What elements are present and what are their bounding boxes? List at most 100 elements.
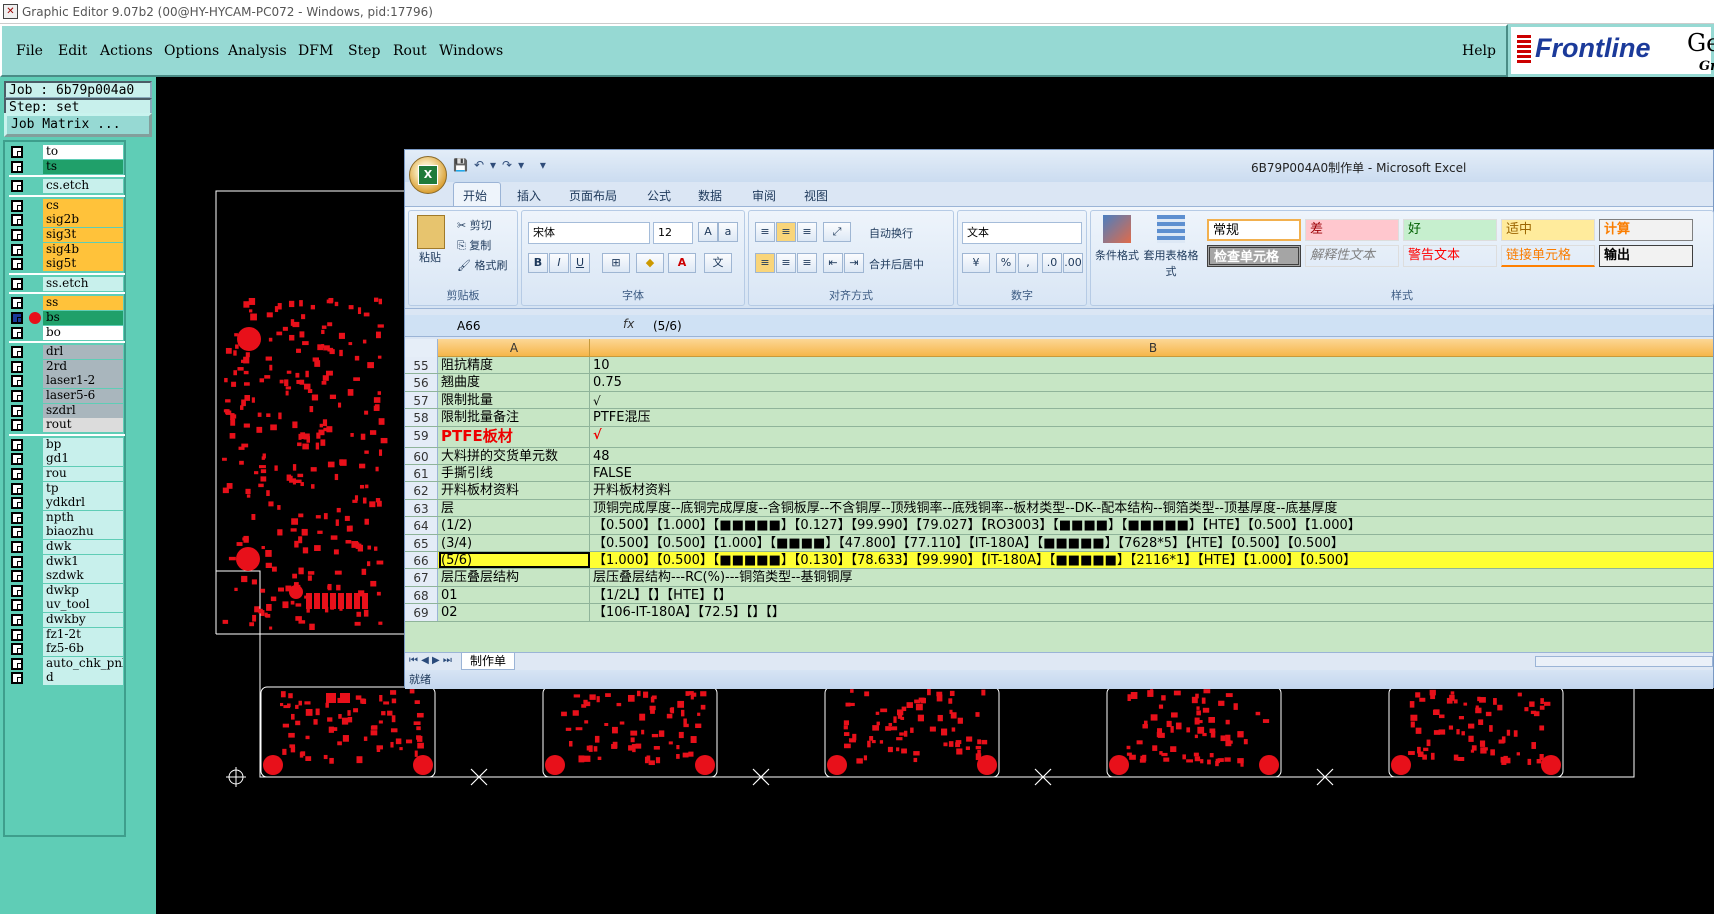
layer-checkbox[interactable] xyxy=(11,541,23,553)
tab-home[interactable]: 开始 xyxy=(463,187,487,204)
layer-row[interactable]: dwk xyxy=(9,540,125,554)
layer-name[interactable]: sig2b xyxy=(43,213,123,228)
sheet-tab[interactable]: 制作单 xyxy=(461,653,516,670)
style-bad[interactable]: 差 xyxy=(1305,219,1399,241)
table-row[interactable]: 58 限制批量备注 PTFE混压 xyxy=(405,409,1713,427)
layer-checkbox[interactable] xyxy=(11,160,23,173)
style-check-cell[interactable]: 检查单元格 xyxy=(1207,245,1301,267)
tab-review[interactable]: 审阅 xyxy=(752,187,776,204)
cell-a[interactable]: 大料拼的交货单元数 xyxy=(439,447,590,464)
layer-checkbox[interactable] xyxy=(11,297,23,310)
table-format-button[interactable]: 套用表格格式 xyxy=(1143,247,1199,279)
layer-row[interactable]: bo xyxy=(9,325,125,340)
layer-row[interactable]: dwk1 xyxy=(9,554,125,569)
tab-view[interactable]: 视图 xyxy=(804,187,828,204)
cell-b[interactable]: √ xyxy=(591,392,1713,408)
phonetic-button[interactable]: 文 xyxy=(704,253,732,273)
layer-row[interactable]: bs xyxy=(9,311,125,325)
sheet-nav-icon[interactable]: ⏮ ◀ ▶ ⏭ xyxy=(409,653,452,669)
table-row[interactable]: 61 手撕引线 FALSE xyxy=(405,465,1713,483)
cell-b[interactable]: √ xyxy=(591,427,1713,447)
layer-name[interactable]: cs.etch xyxy=(43,179,123,194)
font-size-select[interactable]: 12 xyxy=(653,222,693,244)
layer-row[interactable]: dwkby xyxy=(9,613,125,627)
excel-window[interactable]: 6B79P004A0制作单 - Microsoft Excel X 💾↶▾↷▾ … xyxy=(404,149,1714,689)
formula-input[interactable]: (5/6) xyxy=(653,317,682,335)
layer-checkbox[interactable] xyxy=(11,258,23,271)
layer-name[interactable]: to xyxy=(43,145,123,159)
layer-name[interactable]: dwkby xyxy=(43,613,123,627)
style-warning[interactable]: 警告文本 xyxy=(1403,245,1497,267)
layer-checkbox[interactable] xyxy=(11,229,23,241)
menu-options[interactable]: Options xyxy=(164,43,219,59)
decrease-decimal-icon[interactable]: .00 xyxy=(1063,253,1083,273)
layer-name[interactable]: szdwk xyxy=(43,569,123,584)
layer-name[interactable]: ss xyxy=(43,296,123,311)
table-row[interactable]: 65 (3/4) 【0.500】【0.500】【1.000】【■■■■】【47.80… xyxy=(405,534,1713,552)
menu-step[interactable]: Step xyxy=(348,43,380,59)
layer-name[interactable]: rou xyxy=(43,467,123,481)
layer-checkbox[interactable] xyxy=(11,243,23,256)
menu-analysis[interactable]: Analysis xyxy=(228,43,287,59)
layer-name[interactable]: tp xyxy=(43,481,123,496)
layer-row[interactable]: fz1-2t xyxy=(9,627,125,642)
menu-dfm[interactable]: DFM xyxy=(298,43,333,59)
layer-name[interactable]: fz5-6b xyxy=(43,642,123,657)
table-row[interactable]: 60 大料拼的交货单元数 48 xyxy=(405,447,1713,465)
layer-row[interactable]: szdwk xyxy=(9,569,125,584)
table-row[interactable]: 67 层压叠层结构 层压叠层结构---RC(%)---铜箔类型--基铜铜厚 xyxy=(405,569,1713,587)
table-row[interactable]: 55 阻抗精度 10 xyxy=(405,357,1713,375)
layer-checkbox[interactable] xyxy=(11,214,23,227)
border-button[interactable]: ⊞ xyxy=(602,253,630,273)
layer-row[interactable]: ss xyxy=(9,296,125,311)
grow-font-button[interactable]: A xyxy=(698,222,718,242)
layer-name[interactable]: d xyxy=(43,671,123,686)
layer-row[interactable]: laser1-2 xyxy=(9,374,125,389)
layer-row[interactable]: gd1 xyxy=(9,452,125,467)
cell-a[interactable]: 02 xyxy=(439,604,590,621)
style-good[interactable]: 好 xyxy=(1403,219,1497,241)
menu-actions[interactable]: Actions xyxy=(100,43,153,59)
layer-name[interactable]: dwkp xyxy=(43,583,123,598)
layer-row[interactable]: fz5-6b xyxy=(9,642,125,657)
cell-a[interactable]: 翘曲度 xyxy=(439,374,590,391)
layer-row[interactable]: szdrl xyxy=(9,403,125,418)
number-format-select[interactable]: 文本 xyxy=(962,222,1082,244)
job-matrix-button[interactable]: Job Matrix ... xyxy=(4,113,152,137)
layer-name[interactable]: ydkdrl xyxy=(43,496,123,511)
layer-checkbox[interactable] xyxy=(11,482,23,495)
align-middle-icon[interactable]: ≡ xyxy=(776,222,796,242)
layer-row[interactable]: tp xyxy=(9,481,125,496)
layer-name[interactable]: laser5-6 xyxy=(43,389,123,403)
layer-checkbox[interactable] xyxy=(11,643,23,656)
layer-row[interactable]: cs.etch xyxy=(9,179,125,194)
layer-row[interactable]: sig2b xyxy=(9,213,125,228)
layer-checkbox[interactable] xyxy=(11,326,23,339)
cell-b[interactable]: 【1/2L】【】【HTE】【】 xyxy=(591,587,1713,603)
layer-row[interactable]: rout xyxy=(9,418,125,433)
cell-a[interactable]: (1/2) xyxy=(439,517,590,534)
cell-a[interactable]: 限制批量 xyxy=(439,391,590,409)
row-number[interactable]: 56 xyxy=(405,374,438,391)
layer-row[interactable]: biaozhu xyxy=(9,525,125,540)
format-painter-button[interactable]: 🖌 格式刷 xyxy=(457,257,507,273)
comma-button[interactable]: , xyxy=(1018,253,1038,273)
style-calculation[interactable]: 计算 xyxy=(1599,219,1693,241)
layer-checkbox[interactable] xyxy=(11,526,23,539)
layer-checkbox[interactable] xyxy=(11,511,23,524)
layer-row[interactable]: ydkdrl xyxy=(9,496,125,511)
layer-checkbox[interactable] xyxy=(11,146,23,158)
layer-checkbox[interactable] xyxy=(11,570,23,583)
layer-name[interactable]: laser1-2 xyxy=(43,374,123,389)
layer-row[interactable]: rou xyxy=(9,467,125,481)
cell-a[interactable]: PTFE板材 xyxy=(439,426,590,447)
layer-name[interactable]: ss.etch xyxy=(43,276,123,291)
menu-file[interactable]: File xyxy=(16,43,43,59)
row-number[interactable]: 64 xyxy=(405,517,438,534)
copy-button[interactable]: ⎘ 复制 xyxy=(457,237,491,253)
row-number[interactable]: 65 xyxy=(405,534,438,551)
layer-checkbox[interactable] xyxy=(11,453,23,466)
layer-checkbox[interactable] xyxy=(11,180,23,193)
layer-name[interactable]: biaozhu xyxy=(43,525,123,540)
cell-b[interactable]: 【0.500】【0.500】【1.000】【■■■■】【47.800】【77.1… xyxy=(591,535,1713,551)
